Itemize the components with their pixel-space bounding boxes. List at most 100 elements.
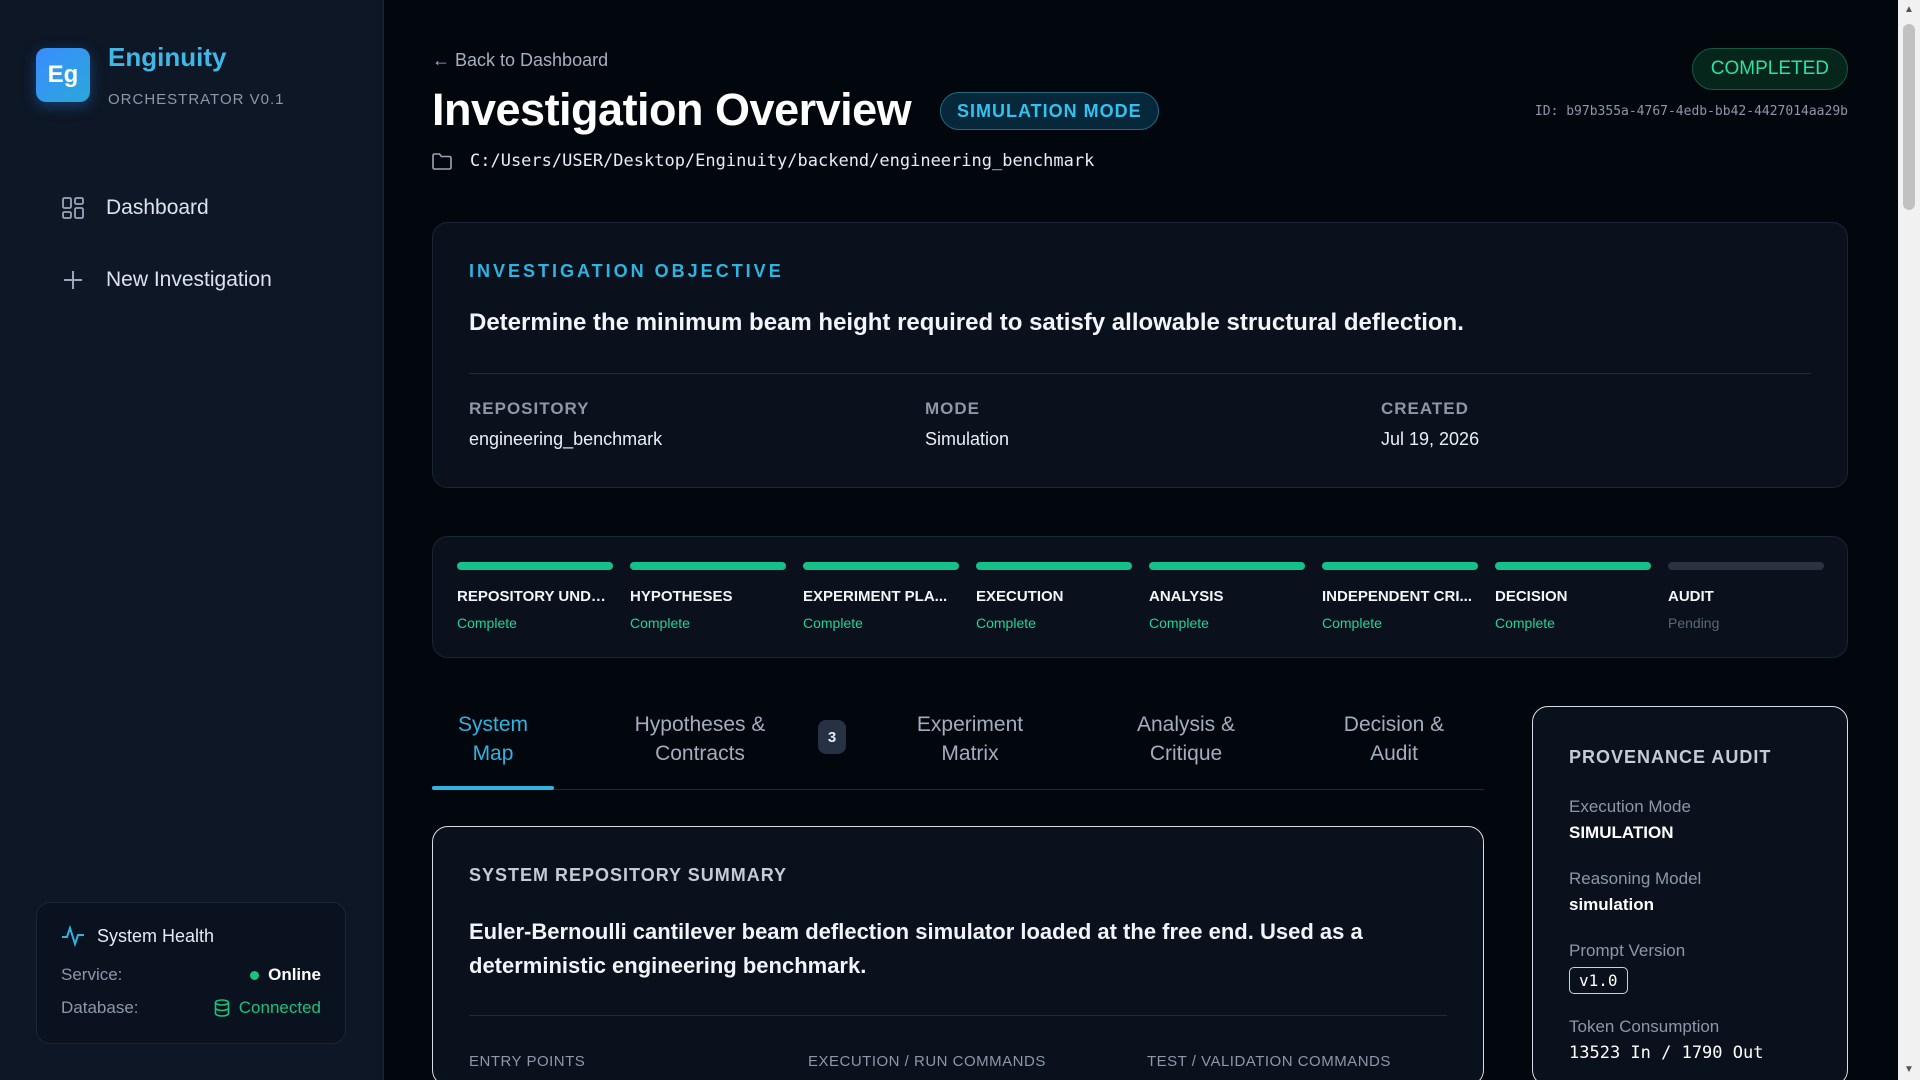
step-name: REPOSITORY UNDE... (457, 588, 613, 605)
database-value: Connected (238, 998, 321, 1017)
service-status: Online (250, 965, 321, 985)
token-consumption-item: Token Consumption 13523 In / 1790 Out (1569, 1017, 1763, 1063)
detail-tabs: System Map Hypotheses & Contracts 3 Expe… (432, 706, 1484, 790)
nav-item-dashboard[interactable]: Dashboard (60, 190, 209, 226)
item-label: Token Consumption (1569, 1017, 1720, 1036)
plus-icon (60, 267, 86, 293)
tab-experiment-matrix[interactable]: Experiment Matrix (892, 710, 1048, 768)
step-status: Complete (1322, 615, 1382, 631)
step-bar (1322, 562, 1478, 570)
execution-mode-item: Execution Mode SIMULATION (1569, 797, 1691, 843)
step-name: INDEPENDENT CRI... (1322, 588, 1473, 605)
item-value: 13523 In / 1790 Out (1569, 1043, 1764, 1063)
page-scrollbar[interactable]: ▲ ▼ (1898, 0, 1920, 1080)
pipeline-step-independent-critique: INDEPENDENT CRI... Complete (1322, 562, 1478, 631)
tab-label-line: Map (472, 742, 514, 765)
run-commands-header: EXECUTION / RUN COMMANDS (808, 1053, 1046, 1070)
pipeline-step-hypotheses: HYPOTHESES Complete (630, 562, 786, 631)
step-status: Complete (976, 615, 1036, 631)
tab-analysis-critique[interactable]: Analysis & Critique (1106, 710, 1266, 768)
meta-key: CREATED (1381, 399, 1469, 418)
service-value: Online (268, 965, 321, 984)
meta-value: Jul 19, 2026 (1381, 429, 1480, 449)
pipeline-step-decision: DECISION Complete (1495, 562, 1651, 631)
provenance-audit-card: PROVENANCE AUDIT Execution Mode SIMULATI… (1532, 706, 1848, 1080)
scroll-up-icon[interactable]: ▲ (1904, 4, 1914, 15)
reasoning-model-item: Reasoning Model simulation (1569, 869, 1701, 915)
provenance-title: PROVENANCE AUDIT (1569, 747, 1772, 767)
prompt-version-item: Prompt Version v1.0 (1569, 941, 1685, 994)
entry-points-header: ENTRY POINTS (469, 1053, 586, 1070)
database-label: Database: (61, 998, 139, 1017)
meta-key: REPOSITORY (469, 399, 590, 418)
step-name: ANALYSIS (1149, 588, 1224, 605)
brand-subtitle: ORCHESTRATOR V0.1 (108, 91, 285, 108)
health-title-text: System Health (97, 925, 215, 946)
pipeline-step-execution: EXECUTION Complete (976, 562, 1132, 631)
meta-key: MODE (925, 399, 980, 418)
pipeline-step-repository: REPOSITORY UNDE... Complete (457, 562, 613, 631)
tab-label-line: Experiment (916, 713, 1024, 736)
step-bar (1495, 562, 1651, 570)
objective-text: Determine the minimum beam height requir… (469, 309, 1464, 336)
divider (469, 373, 1811, 374)
pipeline-step-analysis: ANALYSIS Complete (1149, 562, 1305, 631)
brand-name: Enginuity (108, 42, 227, 72)
step-status: Pending (1668, 615, 1720, 631)
tab-hypotheses-contracts[interactable]: Hypotheses & Contracts (600, 710, 800, 768)
online-dot-icon (250, 970, 260, 980)
step-name: EXECUTION (976, 588, 1064, 605)
nav-item-new-investigation[interactable]: New Investigation (60, 262, 272, 298)
system-repository-summary-card: SYSTEM REPOSITORY SUMMARY Euler-Bernoull… (432, 826, 1484, 1080)
tab-system-map[interactable]: System Map (432, 710, 554, 768)
meta-created: CREATED Jul 19, 2026 (1381, 399, 1479, 450)
tab-decision-audit[interactable]: Decision & Audit (1312, 710, 1476, 768)
step-bar (630, 562, 786, 570)
investigation-id: ID: b97b355a-4767-4edb-bb42-4427014aa29b (1534, 104, 1848, 119)
system-health-title: System Health (61, 925, 214, 947)
tab-label-line: Audit (1370, 742, 1418, 765)
system-health-panel: System Health Service: Online Database: … (36, 902, 346, 1044)
step-bar (976, 562, 1132, 570)
step-name: EXPERIMENT PLA... (803, 588, 948, 605)
service-label: Service: (61, 965, 123, 984)
tab-label-line: Contracts (655, 742, 745, 765)
divider (469, 1015, 1447, 1016)
database-icon (214, 999, 230, 1017)
meta-value: engineering_benchmark (469, 429, 663, 449)
pipeline-progress-card: REPOSITORY UNDE... Complete HYPOTHESES C… (432, 536, 1848, 658)
item-value: SIMULATION (1569, 823, 1674, 842)
tab-label-line: System (457, 713, 528, 736)
tab-label-line: Matrix (941, 742, 999, 765)
step-bar (1668, 562, 1824, 570)
activity-icon (61, 925, 85, 947)
step-name: DECISION (1495, 588, 1568, 605)
step-bar (1149, 562, 1305, 570)
scrollbar-thumb[interactable] (1903, 24, 1915, 210)
database-status-row: Database: Connected (61, 998, 321, 1018)
path-text: C:/Users/USER/Desktop/Enginuity/backend/… (470, 151, 1095, 171)
simulation-mode-badge: SIMULATION MODE (940, 92, 1159, 130)
meta-value: Simulation (925, 429, 1010, 449)
back-to-dashboard-link[interactable]: ← Back to Dashboard (432, 50, 608, 71)
pipeline-step-experiment-plan: EXPERIMENT PLA... Complete (803, 562, 959, 631)
pipeline-step-audit: AUDIT Pending (1668, 562, 1824, 631)
step-status: Complete (1495, 615, 1555, 631)
test-commands-header: TEST / VALIDATION COMMANDS (1147, 1053, 1391, 1070)
objective-label: INVESTIGATION OBJECTIVE (469, 261, 784, 281)
tab-label-line: Analysis & (1136, 713, 1236, 736)
item-value: simulation (1569, 895, 1655, 914)
meta-repository: REPOSITORY engineering_benchmark (469, 399, 662, 450)
tab-label-line: Decision & (1343, 713, 1445, 736)
scroll-down-icon[interactable]: ▼ (1904, 1064, 1914, 1075)
app-logo[interactable]: Eg (36, 48, 90, 102)
repository-path: C:/Users/USER/Desktop/Enginuity/backend/… (432, 151, 1094, 171)
step-name: HYPOTHESES (630, 588, 733, 605)
item-label: Prompt Version (1569, 941, 1686, 960)
nav-label: Dashboard (106, 196, 209, 219)
prompt-version-chip: v1.0 (1569, 967, 1628, 994)
tab-label-line: Critique (1149, 742, 1223, 765)
step-bar (803, 562, 959, 570)
step-status: Complete (457, 615, 517, 631)
database-status: Connected (214, 998, 321, 1018)
